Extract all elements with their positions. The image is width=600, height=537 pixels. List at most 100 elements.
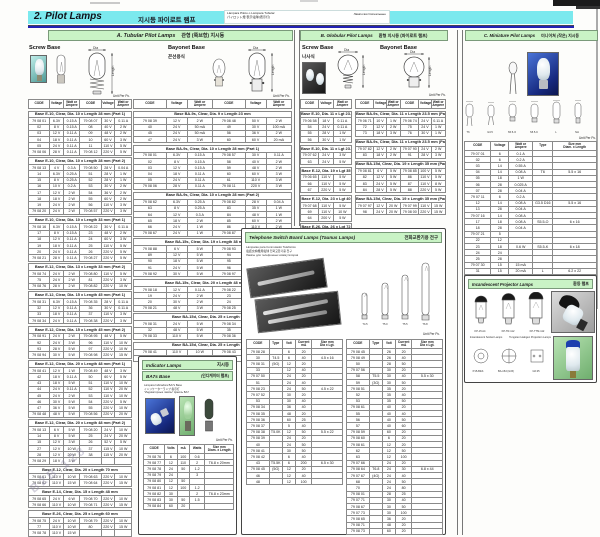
data-table: 79 07 8212 V2 W79 07 9024 V2 W8318 V2 W9… xyxy=(355,146,446,159)
header-cell: CurrentmA xyxy=(395,340,412,349)
header-cell: CODE xyxy=(301,100,319,109)
table-cell: 28 V xyxy=(374,187,386,193)
section-c-header: C. Miniature Pilot Lamps 미니어쳐 (작은) 지시등 xyxy=(465,30,598,41)
tubular-lamp-diagram-small xyxy=(52,52,70,90)
telephone-data-table-1: CODETypeVoltCurrentmASize mmDia x Lgt.79… xyxy=(246,339,343,485)
table-group-title: Base BA-9s, Clear, Dia. 10 x Length 28 m… xyxy=(133,145,292,152)
table-header-row: CODETypeVoltCurrentmASize mmDia x Lgt. xyxy=(347,340,443,349)
table-cell: 12 xyxy=(282,479,295,485)
table-row: 79 08 2024 V2 W79 08 57220 V3 W xyxy=(29,208,132,214)
indicator-title-korean: 지시등 xyxy=(217,362,229,368)
table-cell: 20 mA xyxy=(266,137,291,143)
table-row: 79 08 2128 V0.11 A79 08 27220 V5 W xyxy=(29,255,132,261)
header-cell: Voltage xyxy=(319,100,334,109)
table-cell: 24 V xyxy=(50,318,64,324)
table-cell: 67 xyxy=(301,187,319,193)
header-cell: Voltage xyxy=(50,100,64,109)
table-cell xyxy=(205,503,234,509)
photo-projector-lamp xyxy=(551,291,595,333)
table-cell: 79 08 11 xyxy=(212,183,245,189)
header-cell: CODE xyxy=(134,100,167,109)
table-cell: 220 V xyxy=(101,255,115,261)
table-cell: 76 xyxy=(400,130,418,136)
miniature-diagram-caption: NH xyxy=(571,131,583,134)
data-table: 79 08 316.3V0.15 A79 08 3528 V0.11 A3212… xyxy=(28,298,132,324)
table-cell: 30 V xyxy=(166,271,187,277)
table-group-title: Base E-12, Clear, Dia. 15 x Length 45 mm… xyxy=(28,291,132,298)
bayonet-lamp-diagram-dimensioned: Dia Length xyxy=(240,46,284,98)
indicator-data-table: CODEVoltsmAWattsSize mmDiam. x Length79 … xyxy=(143,444,234,510)
table-cell: 5 W xyxy=(431,187,446,193)
header-cell: Watt or Ampere xyxy=(187,100,212,109)
length-label: Length xyxy=(111,66,115,76)
data-table: 79 08 6524 V6 W79 08 70220 V10 W79 08 66… xyxy=(28,495,132,508)
table-cell: 30 V xyxy=(319,137,334,143)
table-row: 79 08 3424 V0.11 A79 08 38220 V3 W xyxy=(29,318,132,324)
table-cell: 220 V xyxy=(101,480,115,486)
table-group-title: Base E-10, Clear, Dia. 10 x Length 33 mm… xyxy=(28,216,132,223)
header-cell: Volt xyxy=(382,340,395,349)
projector-title-korean: 환등 램프 xyxy=(573,281,589,287)
header-cell: Size mmDiam. x Length xyxy=(205,445,234,454)
dia-label: Dia xyxy=(344,48,349,52)
table-cell: 15 W xyxy=(115,502,132,508)
table-cell: 15 W xyxy=(63,480,80,486)
indicator-title: Indicator Lamps xyxy=(146,363,181,368)
miniature-diagram-caption: G3.5 xyxy=(483,131,497,134)
photo-halogen-lamp xyxy=(553,336,593,380)
table-cell: 63 xyxy=(301,159,319,165)
indicator-desc: Lámpara Indicadora BA7s Base インジケーターランプ … xyxy=(144,384,234,395)
indicator-lamps-box: Indicator Lamps 지시등 BA7s Base (인디케이터 램프)… xyxy=(138,356,237,535)
bayonet-base-tables-b: CODEVoltageWatt or AmpereCODEVoltageWatt… xyxy=(355,99,446,215)
header-cell: CODE xyxy=(400,100,418,109)
data-table: 79 08 816 V5 W79 08 85100 V5 W8212 V5 W8… xyxy=(355,168,446,194)
photo-globular-lamps xyxy=(302,62,326,94)
projector-label-halogen: Tungsten Halogen Projection Lamps xyxy=(509,336,551,339)
table-cell xyxy=(80,458,101,464)
projector-caption: KP-15 A4 xyxy=(467,330,493,333)
data-table: 79 07 6224 V3 W6324 V5 W xyxy=(300,152,352,165)
telephone-desc-ru: Лампы для телефонных коммутаторов xyxy=(246,254,366,258)
length-label: Length xyxy=(428,66,432,76)
miniature-data-table: CODEVoltageWatt orAmpereTypeSize mmDiam.… xyxy=(464,141,597,287)
table-cell: 79 08 34 xyxy=(29,318,50,324)
projector-lamp-diagrams xyxy=(469,292,549,330)
header-cell: Voltage xyxy=(491,142,509,151)
header-cell: CODE xyxy=(144,445,165,454)
section-b-title: B. Globular Pilot Lamps xyxy=(321,33,373,38)
table-cell: 73 xyxy=(356,130,374,136)
photo-miniature-lamp xyxy=(527,52,559,96)
table-cell xyxy=(80,530,101,536)
globular-bayonet-lamp-diagram: Dia Length xyxy=(398,50,438,98)
table-row: 79 08 4848 V5 W79 08 56220 V20 W xyxy=(29,411,132,417)
table-group-title: Base BA-9s, Clear, Dia. 10 x Length 28 m… xyxy=(133,192,292,199)
table-row: 79 08 7628 V2 W79 08 82220 V10 W xyxy=(29,283,132,289)
indicator-base-korean: (인디케이터 램프) xyxy=(201,374,229,379)
bayonet-base-label2-a: 꼰선용식 xyxy=(168,54,185,60)
table-cell: 83 xyxy=(356,152,374,158)
table-cell: 1 W xyxy=(431,130,446,136)
table-header-row: CODETypeVoltCurrentmASize mmDia x Lgt. xyxy=(247,340,343,349)
table-row: 7318 V3 W7630 V1 W xyxy=(356,130,446,136)
table-cell: 5 W xyxy=(333,215,351,221)
table-group-title: Base E-12, Clear, Dia. 15 x Length 45 mm… xyxy=(28,326,132,333)
table-row: 79 08 78110 V15 W xyxy=(29,530,132,536)
table-cell: 5 W xyxy=(187,271,212,277)
table-group-title: Base E-10, Dia. 11 x Lgt 23.5 (Part 1) xyxy=(300,111,352,118)
telephone-diagram-caption: T4.5 xyxy=(358,323,372,326)
screw-base-label-b: Screw Base xyxy=(302,45,333,51)
table-cell: 0.11 A xyxy=(63,255,80,261)
header-cell: Watt or Ampere xyxy=(333,100,351,109)
table-cell: 79 08 48 xyxy=(29,411,50,417)
table-row: 67220 V5 W xyxy=(301,187,352,193)
projector-base-diagrams xyxy=(471,346,549,370)
telephone-diagram-caption: T6.8 xyxy=(418,323,432,326)
header-cell: Type xyxy=(269,340,282,349)
unit-per-pc-c: Unit Per Pc. xyxy=(536,136,596,140)
table-cell: 18 V xyxy=(374,130,386,136)
table-cell: 3 W xyxy=(187,305,212,311)
table-group-title: Base E-26, Clear, Dia. 25 x Length 60 mm xyxy=(28,510,132,517)
table-cell xyxy=(412,528,443,534)
section-b-header: B. Globular Pilot Lamps 환형 지시등 (파이로트 램프) xyxy=(300,30,448,41)
table-cell: 28 V xyxy=(50,283,64,289)
